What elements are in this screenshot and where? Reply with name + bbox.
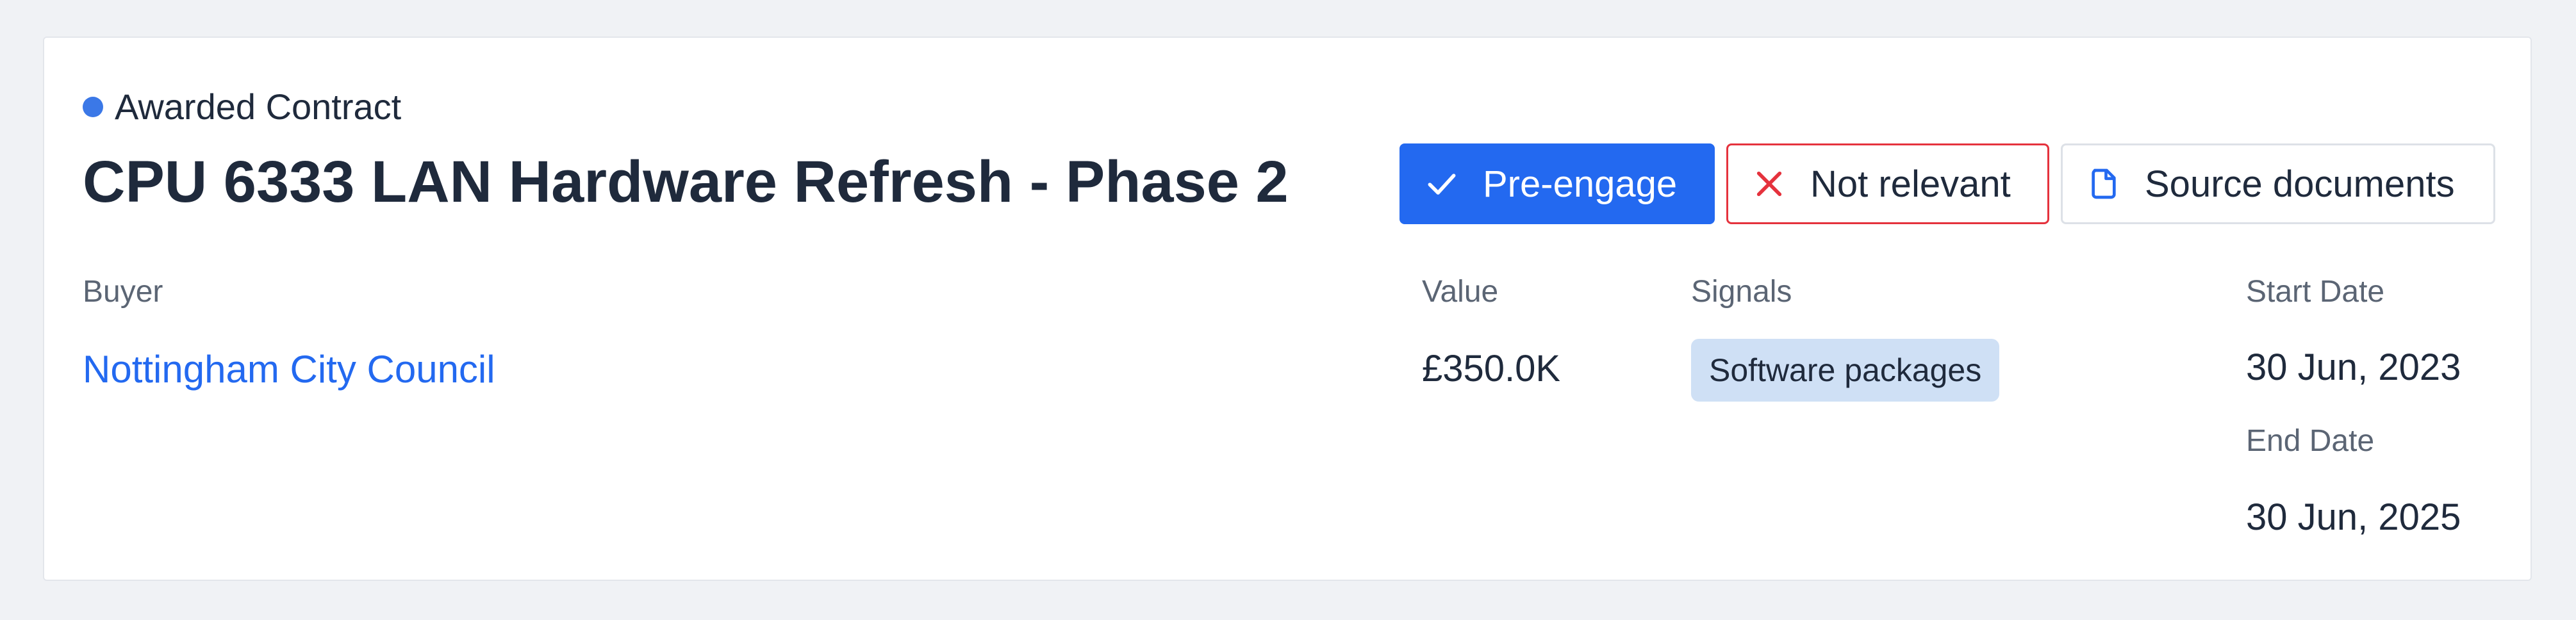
source-documents-button[interactable]: Source documents [2061, 143, 2495, 224]
contract-title: CPU 6333 LAN Hardware Refresh - Phase 2 [83, 149, 1289, 215]
check-icon [1428, 174, 1456, 195]
not-relevant-button[interactable]: Not relevant [1726, 143, 2049, 224]
buyer-link[interactable]: Nottingham City Council [83, 350, 495, 389]
source-documents-label: Source documents [2145, 163, 2455, 205]
end-date-value: 30 Jun, 2025 [2246, 496, 2461, 538]
status-dot-icon [83, 97, 103, 117]
buyer-label: Buyer [83, 275, 163, 309]
signal-tag: Software packages [1691, 339, 2000, 402]
end-date-label: End Date [2246, 424, 2375, 458]
contract-card: Awarded Contract CPU 6333 LAN Hardware R… [43, 37, 2532, 581]
status-label: Awarded Contract [115, 86, 402, 127]
status-indicator: Awarded Contract [83, 84, 401, 130]
not-relevant-label: Not relevant [1810, 163, 2011, 205]
start-date-label: Start Date [2246, 275, 2385, 309]
pre-engage-button[interactable]: Pre-engage [1399, 143, 1715, 224]
start-date-value: 30 Jun, 2023 [2246, 347, 2461, 388]
pre-engage-label: Pre-engage [1483, 163, 1678, 205]
value-label: Value [1422, 275, 1499, 309]
contract-value: £350.0K [1422, 348, 1561, 389]
action-buttons: Pre-engage Not relevant Source documents [1399, 143, 2495, 224]
document-icon [2092, 168, 2116, 199]
x-icon [1756, 171, 1782, 197]
signals-label: Signals [1691, 275, 1792, 309]
